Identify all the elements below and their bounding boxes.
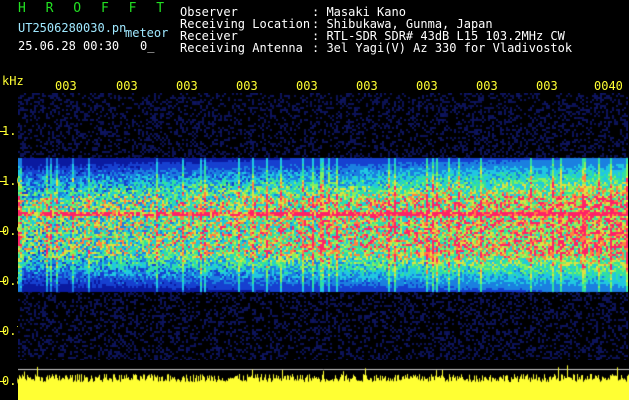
freq-tick-mark (0, 231, 6, 232)
time-tick-label: 003 (416, 79, 438, 93)
app-title: H R O F F T (18, 1, 171, 16)
freq-tick-mark (0, 331, 6, 332)
antenna-value: : 3el Yagi(V) Az 330 for Vladivostok (312, 41, 573, 55)
mode-label: meteor (125, 26, 169, 40)
time-tick-label: 0040 (594, 79, 623, 93)
time-tick-label: 003 (476, 79, 498, 93)
time-tick-label: 003 (176, 79, 198, 93)
time-tick-label: 003 (236, 79, 258, 93)
extra-label: 0_ (140, 39, 155, 53)
spectrogram (18, 93, 628, 360)
antenna-label: Receiving Antenna (180, 41, 303, 55)
time-tick-label: 003 (55, 79, 77, 93)
datetime-label: 25.06.28 00:30 (18, 39, 120, 53)
amplitude-strip (18, 360, 629, 400)
freq-tick-mark (0, 381, 6, 382)
time-tick-label: 003 (536, 79, 558, 93)
freq-tick-mark (0, 281, 6, 282)
time-tick-label: 003 (116, 79, 138, 93)
freq-tick-mark (0, 131, 6, 132)
unit-label: kHz (2, 74, 24, 88)
filename-label: UT2506280030.pn (18, 21, 127, 35)
time-tick-label: 003 (296, 79, 318, 93)
time-tick-label: 003 (356, 79, 378, 93)
freq-tick-mark (0, 181, 6, 182)
